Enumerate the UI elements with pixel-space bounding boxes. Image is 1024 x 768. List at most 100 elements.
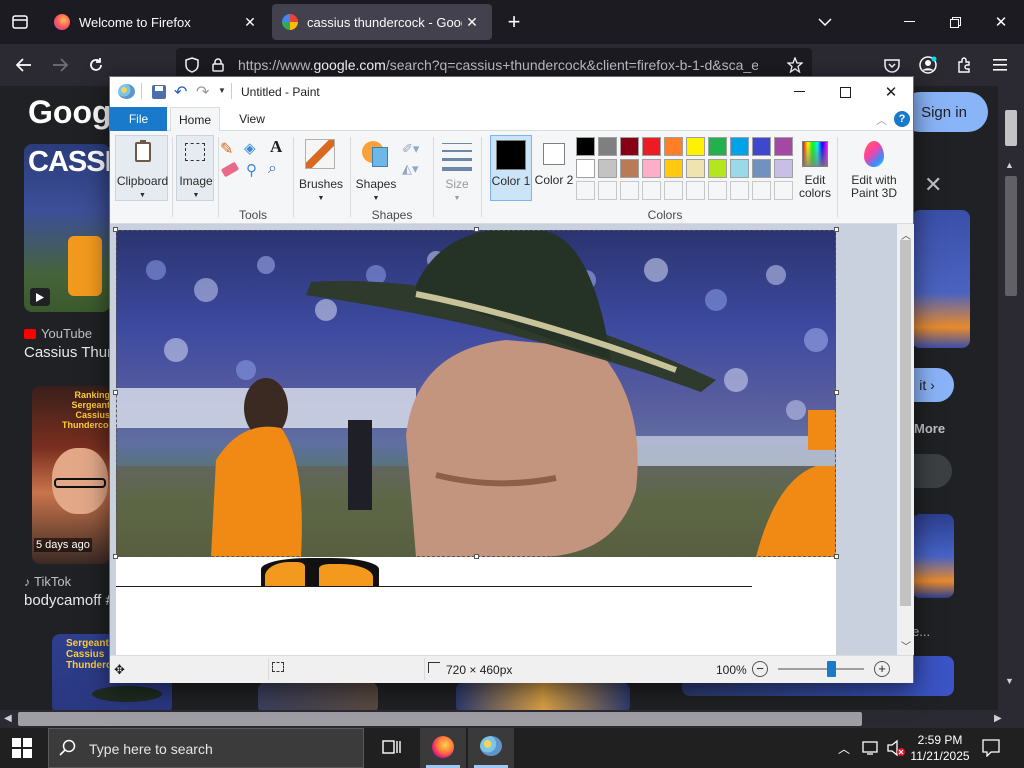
minimize-icon[interactable] xyxy=(786,83,812,101)
brushes-button[interactable]: Brushes ▼ xyxy=(298,135,344,202)
save-icon[interactable] xyxy=(152,85,166,99)
clock[interactable]: 2:59 PM 11/21/2025 xyxy=(904,732,976,764)
clipboard-button[interactable]: Clipboard ▼ xyxy=(115,135,168,201)
size-button[interactable]: Size ▼ xyxy=(438,135,476,202)
scroll-left-icon[interactable]: ◀ xyxy=(4,713,12,724)
network-icon[interactable] xyxy=(862,740,880,761)
task-view-icon[interactable] xyxy=(382,738,402,761)
palette-custom-slot[interactable] xyxy=(620,181,639,200)
palette-color-swatch[interactable] xyxy=(774,159,793,178)
fill-icon[interactable]: ◈ xyxy=(244,139,256,157)
tab-welcome-firefox[interactable]: Welcome to Firefox ✕ xyxy=(44,4,270,40)
video-thumbnail[interactable] xyxy=(912,514,954,598)
palette-color-swatch[interactable] xyxy=(598,137,617,156)
resize-handle[interactable] xyxy=(834,227,839,232)
palette-custom-slot[interactable] xyxy=(730,181,749,200)
paint-title-bar[interactable]: ↶ ↷ ▼ Untitled - Paint ✕ xyxy=(110,77,913,107)
palette-color-swatch[interactable] xyxy=(598,159,617,178)
palette-custom-slot[interactable] xyxy=(664,181,683,200)
restore-icon[interactable] xyxy=(941,10,969,34)
text-icon[interactable]: A xyxy=(270,137,282,157)
palette-color-swatch[interactable] xyxy=(774,137,793,156)
video-thumbnail[interactable] xyxy=(456,682,630,710)
firefox-view-icon[interactable] xyxy=(6,10,34,34)
pasted-image[interactable] xyxy=(116,230,836,557)
palette-color-swatch[interactable] xyxy=(576,159,595,178)
palette-color-swatch[interactable] xyxy=(620,159,639,178)
resize-handle[interactable] xyxy=(834,390,839,395)
palette-custom-slot[interactable] xyxy=(686,181,705,200)
video-thumbnail[interactable]: Ranking Sergeant Cassius Thundercock 5 d… xyxy=(32,386,110,564)
palette-color-swatch[interactable] xyxy=(752,137,771,156)
palette-custom-slot[interactable] xyxy=(752,181,771,200)
shapes-button[interactable]: Shapes ▼ xyxy=(354,135,398,202)
canvas[interactable] xyxy=(113,227,839,655)
resize-handle[interactable] xyxy=(113,390,118,395)
list-tabs-icon[interactable] xyxy=(812,10,838,34)
close-tab-icon[interactable]: ✕ xyxy=(462,14,482,31)
close-window-icon[interactable]: ✕ xyxy=(878,81,904,103)
palette-color-swatch[interactable] xyxy=(642,159,661,178)
page-vertical-scrollbar[interactable]: ▲ ▼ xyxy=(998,86,1024,710)
scroll-thumb[interactable] xyxy=(900,240,911,606)
magnifier-icon[interactable]: ⌕ xyxy=(268,160,277,178)
resize-handle[interactable] xyxy=(834,554,839,559)
video-thumbnail[interactable]: CASSIUS xyxy=(24,144,110,312)
scroll-down-icon[interactable]: ﹀ xyxy=(901,638,911,653)
scroll-thumb[interactable] xyxy=(1005,110,1017,146)
menu-icon[interactable] xyxy=(988,53,1012,77)
resize-handle[interactable] xyxy=(113,554,118,559)
palette-color-swatch[interactable] xyxy=(664,137,683,156)
palette-color-swatch[interactable] xyxy=(730,137,749,156)
color-picker-icon[interactable]: ⚲ xyxy=(246,161,257,179)
zoom-slider-thumb[interactable] xyxy=(826,661,836,677)
taskbar-firefox-button[interactable] xyxy=(420,728,466,768)
eraser-icon[interactable] xyxy=(220,161,240,178)
scroll-up-icon[interactable]: ▲ xyxy=(1005,160,1014,170)
palette-custom-slot[interactable] xyxy=(598,181,617,200)
close-window-icon[interactable]: ✕ xyxy=(987,10,1015,34)
reload-icon[interactable] xyxy=(84,53,108,77)
scroll-thumb[interactable] xyxy=(18,712,862,726)
canvas-vertical-scrollbar[interactable]: ︿ ﹀ xyxy=(897,224,914,655)
resize-handle[interactable] xyxy=(474,227,479,232)
volume-muted-icon[interactable] xyxy=(886,739,906,762)
palette-color-swatch[interactable] xyxy=(664,159,683,178)
close-tab-icon[interactable]: ✕ xyxy=(240,14,260,31)
video-thumbnail[interactable] xyxy=(258,682,378,710)
taskbar-search-box[interactable]: Type here to search xyxy=(48,728,364,768)
notifications-icon[interactable] xyxy=(982,739,1000,762)
maximize-icon[interactable] xyxy=(832,83,858,101)
scroll-down-icon[interactable]: ▼ xyxy=(1005,676,1014,686)
outline-icon[interactable]: ✐▾ xyxy=(402,141,419,157)
video-thumbnail[interactable] xyxy=(912,210,970,348)
result-title[interactable]: bodycamoff # xyxy=(24,592,114,609)
more-link[interactable]: More xyxy=(914,421,945,436)
help-icon[interactable]: ? xyxy=(894,111,910,127)
pencil-icon[interactable]: ✎ xyxy=(220,139,233,159)
extensions-icon[interactable] xyxy=(952,53,976,77)
zoom-in-icon[interactable]: + xyxy=(874,661,890,677)
tracking-protection-icon[interactable] xyxy=(182,55,202,75)
bookmark-star-icon[interactable] xyxy=(784,55,806,75)
edit-with-paint3d-button[interactable]: Edit with Paint 3D xyxy=(842,135,906,201)
account-icon[interactable] xyxy=(916,53,940,77)
palette-color-swatch[interactable] xyxy=(576,137,595,156)
palette-custom-slot[interactable] xyxy=(576,181,595,200)
image-button[interactable]: Image ▼ xyxy=(176,135,214,201)
palette-custom-slot[interactable] xyxy=(708,181,727,200)
taskbar-paint-button[interactable] xyxy=(468,728,514,768)
palette-color-swatch[interactable] xyxy=(752,159,771,178)
palette-color-swatch[interactable] xyxy=(620,137,639,156)
start-windows-icon[interactable] xyxy=(12,738,32,763)
redo-icon[interactable]: ↷ xyxy=(196,82,209,102)
pocket-icon[interactable] xyxy=(880,53,904,77)
color2-button[interactable]: Color 2 xyxy=(535,135,573,201)
show-hidden-icons-icon[interactable]: ︿ xyxy=(838,740,850,757)
palette-color-swatch[interactable] xyxy=(642,137,661,156)
collapse-ribbon-icon[interactable]: ︿ xyxy=(876,112,887,128)
fill-style-icon[interactable]: ◭▾ xyxy=(402,161,419,177)
palette-color-swatch[interactable] xyxy=(686,159,705,178)
forward-icon[interactable] xyxy=(48,53,72,77)
palette-color-swatch[interactable] xyxy=(708,159,727,178)
